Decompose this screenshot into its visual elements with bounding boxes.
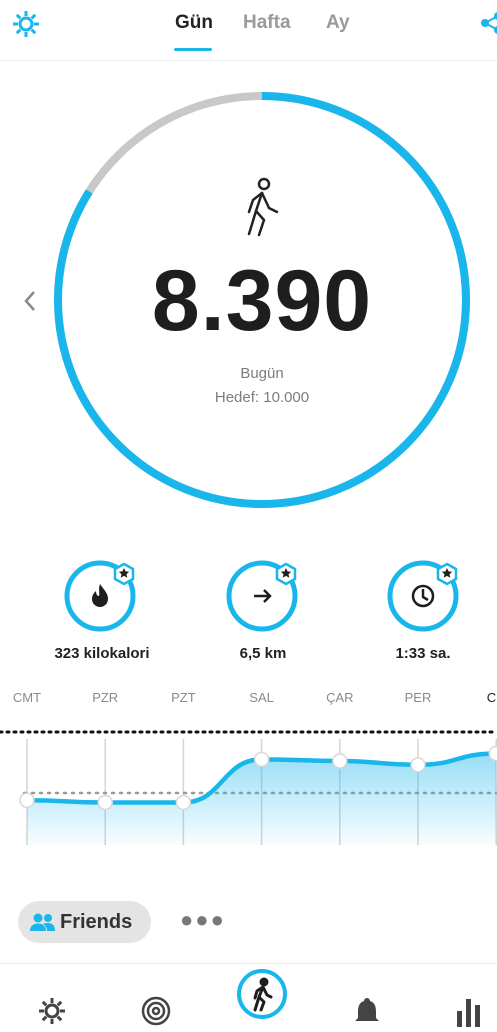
chart-day-label: SAL [249, 690, 274, 705]
friends-button[interactable]: Friends [18, 901, 151, 943]
tab-month[interactable]: Ay [326, 12, 350, 34]
duration-stat[interactable] [385, 558, 465, 638]
star-icon [436, 562, 458, 586]
steps-count: 8.390 [151, 253, 373, 349]
nav-steps-ring [237, 969, 287, 1019]
distance-ring [226, 560, 298, 632]
distance-label: 6,5 km [239, 645, 287, 662]
chart-point[interactable] [175, 794, 192, 811]
bottom-nav-divider [0, 963, 497, 964]
tab-day-underline [174, 48, 212, 51]
bell-icon [355, 998, 379, 1021]
chart-day-label: CMT [12, 690, 42, 705]
arrow-right-icon [254, 589, 272, 603]
chart-point[interactable] [488, 745, 497, 762]
chart-day-label: PER [404, 690, 432, 705]
share-button[interactable] [478, 8, 497, 38]
people-icon [30, 913, 55, 931]
nav-settings[interactable] [36, 995, 68, 1027]
weekly-steps-chart[interactable] [0, 725, 497, 845]
bar-chart-icon [457, 999, 480, 1027]
star-icon [113, 562, 135, 586]
chart-point[interactable] [97, 794, 113, 811]
chart-point[interactable] [19, 792, 35, 809]
settings-button[interactable] [10, 8, 42, 40]
gear-icon [39, 998, 65, 1024]
steps-area [27, 753, 497, 845]
chart-day-label: ÇAR [326, 690, 354, 705]
today-label: Bugün [240, 365, 284, 382]
goal-label: Hedef: 10.000 [214, 389, 310, 406]
tab-day[interactable]: Gün [175, 12, 213, 34]
nav-steps[interactable] [236, 968, 288, 1020]
chart-day-label: CU [486, 690, 497, 705]
nav-notifications[interactable] [352, 995, 382, 1027]
tab-week[interactable]: Hafta [243, 12, 291, 34]
calories-label: 323 kilokalori [54, 645, 150, 662]
duration-ring [387, 560, 459, 632]
distance-stat[interactable] [224, 558, 304, 638]
star-icon [275, 562, 297, 586]
calories-stat[interactable] [62, 558, 142, 638]
nav-goals[interactable] [140, 995, 172, 1027]
calories-ring [64, 560, 136, 632]
clock-icon [411, 584, 435, 608]
flame-icon [92, 584, 108, 607]
chart-point[interactable] [253, 751, 270, 768]
friends-label: Friends [60, 911, 133, 933]
gear-icon [13, 11, 39, 37]
share-icon [481, 12, 497, 34]
duration-label: 1:33 sa. [395, 645, 451, 662]
walking-person-icon [247, 177, 279, 237]
header-divider [0, 60, 497, 61]
chart-day-label: PZT [171, 690, 196, 705]
target-icon [141, 996, 171, 1026]
more-icon: ●●● [180, 907, 226, 932]
nav-statistics[interactable] [454, 995, 484, 1027]
chart-point[interactable] [410, 757, 426, 773]
chart-point[interactable] [332, 753, 348, 769]
chart-day-label: PZR [92, 690, 119, 705]
more-button[interactable]: ●●● [180, 907, 226, 933]
